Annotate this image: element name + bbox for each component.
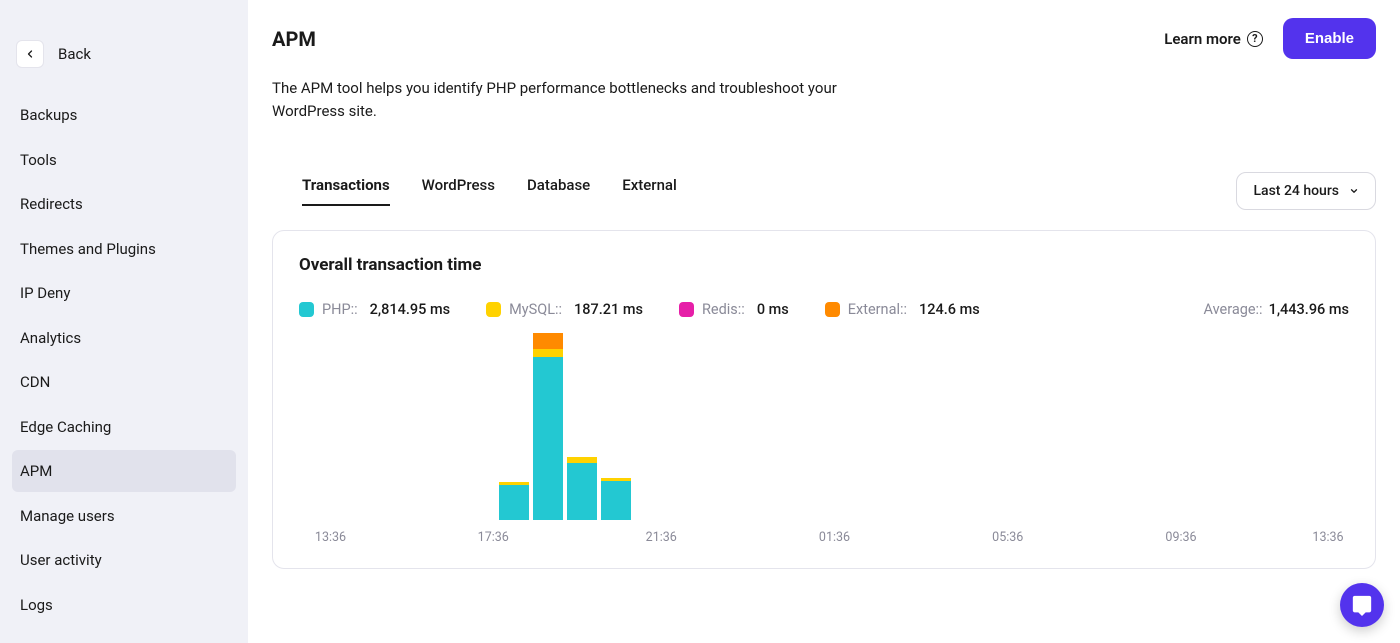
legend-swatch (825, 302, 840, 317)
sidebar-item-analytics[interactable]: Analytics (12, 317, 236, 359)
legend-value: 124.6 ms (919, 301, 980, 318)
enable-button[interactable]: Enable (1283, 18, 1376, 59)
bar-segment (499, 485, 529, 520)
tabs: Transactions WordPress Database External (302, 176, 677, 206)
time-range-label: Last 24 hours (1253, 183, 1339, 199)
sidebar-item-manage-users[interactable]: Manage users (12, 495, 236, 537)
chart-area: 13:36 17:36 21:36 01:36 05:36 09:36 13:36 (299, 332, 1349, 550)
legend-value: 2,814.95 ms (370, 301, 450, 318)
bar-stack (499, 482, 529, 520)
legend-label: Redis:: (702, 301, 745, 318)
main: APM Learn more ? Enable The APM tool hel… (248, 0, 1400, 643)
arrow-left-icon (24, 48, 36, 60)
tab-database[interactable]: Database (527, 176, 590, 206)
chart-legend: PHP::2,814.95 ms MySQL::187.21 ms Redis::0… (299, 301, 980, 318)
bar-segment (533, 357, 563, 520)
x-tick: 01:36 (819, 530, 850, 545)
chevron-down-icon (1349, 186, 1359, 196)
legend-item: MySQL::187.21 ms (486, 301, 643, 318)
legend-swatch (679, 302, 694, 317)
chart-plot (397, 332, 1339, 520)
sidebar: Back BackupsToolsRedirectsThemes and Plu… (0, 0, 248, 643)
bar-stack (601, 478, 631, 520)
bar-segment (533, 333, 563, 349)
x-tick: 09:36 (1165, 530, 1196, 545)
sidebar-item-backups[interactable]: Backups (12, 94, 236, 136)
legend-swatch (299, 302, 314, 317)
bar-segment (601, 481, 631, 520)
bar-stack (533, 333, 563, 520)
legend-label: PHP:: (322, 301, 358, 318)
average-value: 1,443.96 ms (1269, 301, 1349, 318)
x-tick: 13:36 (315, 530, 346, 545)
sidebar-item-tools[interactable]: Tools (12, 139, 236, 181)
back-label: Back (58, 45, 91, 63)
legend-swatch (486, 302, 501, 317)
page-title: APM (272, 27, 316, 51)
sidebar-item-cdn[interactable]: CDN (12, 361, 236, 403)
x-tick: 17:36 (478, 530, 509, 545)
sidebar-item-user-activity[interactable]: User activity (12, 539, 236, 581)
back-button[interactable] (16, 40, 44, 68)
sidebar-item-ip-deny[interactable]: IP Deny (12, 272, 236, 314)
tab-wordpress[interactable]: WordPress (422, 176, 495, 206)
bar-segment (567, 463, 597, 520)
chat-widget[interactable] (1340, 583, 1384, 627)
time-range-select[interactable]: Last 24 hours (1236, 172, 1376, 210)
page-description: The APM tool helps you identify PHP perf… (272, 77, 852, 122)
x-tick: 13:36 (1312, 530, 1343, 545)
sidebar-item-themes-and-plugins[interactable]: Themes and Plugins (12, 228, 236, 270)
x-tick: 05:36 (992, 530, 1023, 545)
card-title: Overall transaction time (299, 255, 1349, 275)
help-icon: ? (1247, 31, 1263, 47)
chart-x-axis: 13:36 17:36 21:36 01:36 05:36 09:36 13:36 (299, 530, 1349, 550)
legend-value: 187.21 ms (574, 301, 643, 318)
legend-value: 0 ms (757, 301, 789, 318)
legend-item: PHP::2,814.95 ms (299, 301, 450, 318)
bar-segment (533, 349, 563, 356)
transaction-card: Overall transaction time PHP::2,814.95 m… (272, 230, 1376, 569)
sidebar-item-edge-caching[interactable]: Edge Caching (12, 406, 236, 448)
sidebar-item-logs[interactable]: Logs (12, 584, 236, 626)
legend-item: Redis::0 ms (679, 301, 789, 318)
average-label: Average:: (1203, 301, 1262, 318)
average-stat: Average:: 1,443.96 ms (1203, 301, 1349, 318)
tab-transactions[interactable]: Transactions (302, 176, 390, 206)
bar-stack (567, 457, 597, 520)
tab-external[interactable]: External (622, 176, 677, 206)
learn-more-label: Learn more (1164, 30, 1241, 48)
legend-label: External:: (848, 301, 907, 318)
chat-icon (1351, 594, 1373, 616)
sidebar-item-redirects[interactable]: Redirects (12, 183, 236, 225)
sidebar-item-apm[interactable]: APM (12, 450, 236, 492)
legend-item: External::124.6 ms (825, 301, 980, 318)
legend-label: MySQL:: (509, 301, 562, 318)
sidebar-nav: BackupsToolsRedirectsThemes and PluginsI… (12, 94, 236, 626)
x-tick: 21:36 (646, 530, 677, 545)
learn-more-link[interactable]: Learn more ? (1164, 30, 1263, 48)
